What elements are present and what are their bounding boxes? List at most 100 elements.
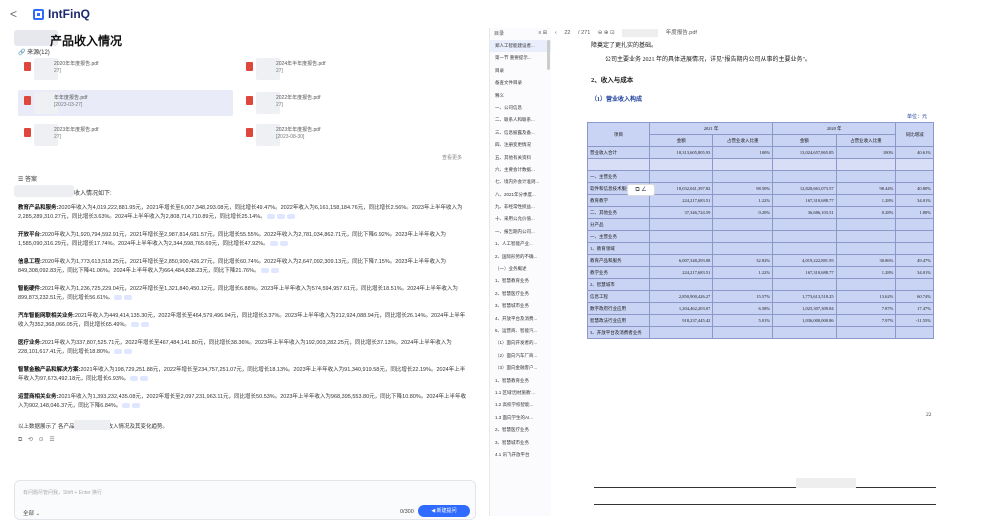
redacted-block bbox=[796, 478, 856, 488]
outline-item[interactable]: 3、智慧城市业务 bbox=[490, 300, 551, 312]
citation-icon[interactable] bbox=[279, 241, 288, 247]
citation-icon[interactable] bbox=[270, 268, 279, 274]
table-cell bbox=[835, 218, 897, 231]
citation-icon[interactable] bbox=[260, 268, 269, 274]
revenue-table: 项目 2021 年 2020 年同比增减 金额 占营业收入比重 金额 占营业收入比重 营业收入… bbox=[587, 122, 934, 339]
back-icon[interactable]: < bbox=[10, 7, 17, 21]
outline-item[interactable]: 目录 bbox=[490, 65, 551, 77]
citation-icon[interactable] bbox=[140, 376, 149, 382]
source-file[interactable]: 2020年年度报告.pdf 27] bbox=[18, 56, 233, 82]
table-cell bbox=[648, 170, 714, 183]
table-row: 教育产品和服务 6,007,348,293.08 32.82% 4,019,222,8… bbox=[587, 254, 934, 267]
outline-item[interactable]: 一、公司信息 bbox=[490, 102, 551, 114]
outline-item[interactable]: 1、人工智能产业... bbox=[490, 238, 551, 250]
outline-item[interactable]: 四、注册变更情况 bbox=[490, 139, 551, 151]
outline-item[interactable]: 一、报告期内公司... bbox=[490, 226, 551, 238]
outline-item[interactable]: 第一节 重要提示... bbox=[490, 52, 551, 64]
citation-icon[interactable] bbox=[266, 214, 275, 220]
table-cell: 918,237,445.42 bbox=[648, 314, 714, 327]
outline-scrollbar[interactable] bbox=[547, 40, 550, 70]
outline-item[interactable]: （一）业务概述 bbox=[490, 263, 551, 275]
prev-page-icon[interactable]: ‹ bbox=[555, 30, 557, 36]
redacted-block bbox=[74, 420, 110, 430]
sources-header: 🔗 来源(12) bbox=[18, 50, 50, 56]
table-cell: 12,820,661,073.57 bbox=[772, 182, 837, 195]
outline-item[interactable]: 备查文件目录 bbox=[490, 77, 551, 89]
answer-header: ☰ 答案 bbox=[18, 177, 38, 183]
outline-item[interactable]: 2、智慧医疗业务 bbox=[490, 288, 551, 300]
question-input[interactable]: 有问题尽管问我，Shift + Enter 换行 全部 ⌄ 0/300 ◀ 新建… bbox=[14, 480, 476, 520]
outline-item[interactable]: 十、采用公允价值... bbox=[490, 213, 551, 225]
outline-item[interactable]: 2、国际形势的不确... bbox=[490, 251, 551, 263]
outline-item[interactable]: 八、2021年分季度... bbox=[490, 189, 551, 201]
citation-icon[interactable] bbox=[114, 295, 123, 301]
outline-item[interactable]: 4.1 讯飞开放平台 bbox=[490, 449, 551, 461]
outline-item[interactable]: 1.2 高校学校智能... bbox=[490, 399, 551, 411]
citation-icon[interactable] bbox=[130, 322, 139, 328]
outline-item[interactable]: 3、智慧城市业务 bbox=[490, 437, 551, 449]
answer-paragraph: 智慧金融产品和解决方案:2021年收入为198,729,251.88元，2022… bbox=[18, 367, 466, 382]
table-cell: 3、开放平台及消费者业务 bbox=[587, 326, 650, 339]
table-cell bbox=[835, 230, 897, 243]
outline-item[interactable]: 郑人工智能建设者... bbox=[490, 40, 551, 53]
outline-item[interactable]: 2、智慧医疗业务 bbox=[490, 424, 551, 436]
table-cell: 18,032,041,397.82 bbox=[648, 182, 714, 195]
answer-actions[interactable]: ⧉ ⟲ ⊙ ☰ bbox=[18, 436, 57, 444]
outline-item[interactable]: 释义 bbox=[490, 90, 551, 102]
page-input[interactable]: 22 bbox=[564, 30, 570, 36]
outline-item[interactable]: 1、智慧教育业务 bbox=[490, 275, 551, 287]
outline-item[interactable]: （2）面向汽车厂商... bbox=[490, 350, 551, 362]
outline-view-icons[interactable]: ≡ ⊞ bbox=[539, 30, 548, 38]
table-cell: 13.62% bbox=[835, 290, 897, 303]
outline-item[interactable]: 五、其他有关资料 bbox=[490, 152, 551, 164]
citation-icon[interactable] bbox=[124, 349, 133, 355]
citation-icon[interactable] bbox=[124, 295, 133, 301]
outline-item[interactable]: （3）面向金融客户... bbox=[490, 362, 551, 374]
outline-item[interactable]: 1、智慧教育业务 bbox=[490, 375, 551, 387]
citation-icon[interactable] bbox=[132, 403, 141, 409]
source-file-selected[interactable]: 年年度报告.pdf [2023-03-27] bbox=[18, 90, 233, 116]
viewer-toolbar: ‹ 22 / 271 ⊖ ⊕ ⊡ 年度报告.pdf bbox=[555, 28, 703, 38]
outline-item[interactable]: 4、开放平台及消费... bbox=[490, 313, 551, 325]
citation-icon[interactable] bbox=[140, 322, 149, 328]
table-cell: 100% bbox=[712, 146, 774, 159]
source-file[interactable]: 2023年年度报告.pdf [2023-08-30] bbox=[240, 122, 455, 148]
outline-item[interactable]: 六、主要会计数据... bbox=[490, 164, 551, 176]
citation-icon[interactable] bbox=[114, 349, 123, 355]
table-cell: 1.22% bbox=[712, 266, 774, 279]
citation-icon[interactable] bbox=[130, 376, 139, 382]
outline-title[interactable]: 目录 bbox=[494, 30, 504, 38]
table-header: 金额 bbox=[772, 134, 837, 147]
source-file[interactable]: 2023年年度报告.pdf 27] bbox=[18, 122, 233, 148]
outline-item[interactable]: 九、非经常性损益... bbox=[490, 201, 551, 213]
outline-item[interactable]: 七、境内外会计准则... bbox=[490, 176, 551, 188]
outline-item[interactable]: 5、运营商、智能汽... bbox=[490, 325, 551, 337]
pdf-page-number: 22 bbox=[926, 412, 932, 418]
selection-popup[interactable]: ⧉ ∠ bbox=[627, 184, 655, 196]
table-cell: 教育教学 bbox=[587, 194, 650, 207]
zoom-controls[interactable]: ⊖ ⊕ ⊡ bbox=[598, 30, 615, 36]
source-file[interactable]: 2024年半年度报告.pdf 27] bbox=[240, 56, 455, 82]
new-question-button[interactable]: ◀ 新建提问 bbox=[418, 505, 470, 517]
more-sources-link[interactable]: 查看更多 bbox=[442, 154, 462, 161]
citation-icon[interactable] bbox=[269, 241, 278, 247]
citation-icon[interactable] bbox=[286, 214, 295, 220]
citation-icon[interactable] bbox=[122, 403, 131, 409]
file-date: [2023-03-27] bbox=[54, 102, 83, 108]
outline-item[interactable]: 二、联系人和联系... bbox=[490, 114, 551, 126]
table-cell: 教学业务 bbox=[587, 266, 650, 279]
outline-item[interactable]: 三、信息披露及备... bbox=[490, 127, 551, 139]
citation-icon[interactable] bbox=[276, 214, 285, 220]
table-cell: 营业收入合计 bbox=[587, 146, 650, 159]
table-cell bbox=[648, 326, 714, 339]
table-cell bbox=[835, 242, 897, 255]
table-cell: 1、教育领域 bbox=[587, 242, 650, 255]
table-cell bbox=[895, 230, 934, 243]
outline-item[interactable]: 1.3 面向学生的AI... bbox=[490, 412, 551, 424]
table-cell: 1,773,613,518.25 bbox=[772, 290, 837, 303]
outline-item[interactable]: 1.1 区域'因材施教'... bbox=[490, 387, 551, 399]
outline-item[interactable]: （1）面向开发者的... bbox=[490, 337, 551, 349]
source-file[interactable]: 2022年年度报告.pdf 27] bbox=[240, 90, 455, 116]
pdf-icon bbox=[246, 128, 253, 137]
table-cell: 224,217,683.51 bbox=[648, 194, 714, 207]
